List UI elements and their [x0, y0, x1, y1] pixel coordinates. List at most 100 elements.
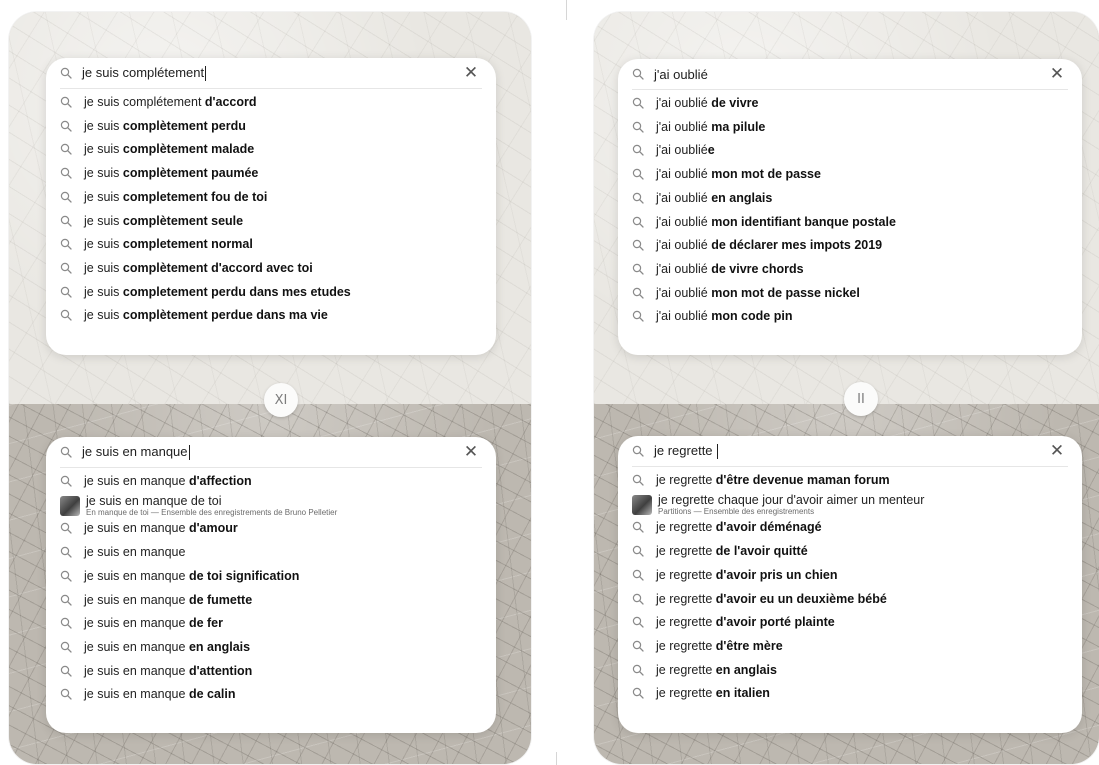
- suggestion-bold-part: de fer: [188, 616, 223, 631]
- suggestion-bold-part: completement normal: [122, 237, 253, 252]
- suggestion-plain-part: je regrette: [656, 544, 716, 559]
- suggestion-item[interactable]: j'ai oublié en anglais: [632, 191, 772, 205]
- suggestion-text: je regrette d'avoir porté plainte: [656, 615, 835, 629]
- suggestion-item[interactable]: je regrette d'avoir eu un deuxième bébé: [632, 592, 887, 606]
- suggestion-item[interactable]: j'ai oublié de déclarer mes impots 2019: [632, 238, 882, 252]
- suggestion-item[interactable]: je regrette d'être mère: [632, 639, 783, 653]
- search-input[interactable]: je regrette: [654, 443, 719, 460]
- close-icon[interactable]: ✕: [460, 441, 482, 463]
- suggestion-bold-part: d'amour: [188, 521, 238, 536]
- suggestion-item[interactable]: j'ai oublié mon mot de passe nickel: [632, 286, 860, 300]
- suggestion-item[interactable]: j'ai oublié mon identifiant banque posta…: [632, 215, 896, 229]
- close-icon[interactable]: ✕: [1046, 63, 1068, 85]
- suggestion-item[interactable]: je suis completement normal: [60, 237, 253, 251]
- suggestion-item[interactable]: je regrette d'avoir porté plainte: [632, 615, 835, 629]
- search-input[interactable]: je suis en manque: [82, 443, 190, 461]
- text-caret: [188, 445, 190, 461]
- suggestion-item[interactable]: je suis completement fou de toi: [60, 190, 267, 204]
- suggestion-text: je suis completement perdu dans mes etud…: [84, 285, 351, 299]
- search-icon: [632, 445, 644, 457]
- search-input[interactable]: j'ai oublié: [654, 67, 708, 82]
- search-icon: [632, 168, 644, 180]
- suggestion-item[interactable]: je regrette chaque jour d'avoir aimer un…: [632, 493, 924, 517]
- suggestion-item[interactable]: je suis en manque en anglais: [60, 640, 250, 654]
- suggestion-plain-part: je suis: [84, 166, 123, 181]
- suggestion-item[interactable]: je suis en manque de calin: [60, 687, 235, 701]
- search-bar[interactable]: je suis complétement ✕: [60, 58, 482, 89]
- suggestion-text: je suis complétement d'accord: [84, 95, 257, 109]
- suggestion-plain-part: j'ai oublié: [656, 261, 712, 276]
- search-bar[interactable]: j'ai oublié ✕: [632, 59, 1068, 90]
- suggestion-item[interactable]: je regrette d'avoir pris un chien: [632, 568, 838, 582]
- suggestion-item[interactable]: je suis complètement perdue dans ma vie: [60, 308, 328, 322]
- suggestion-item[interactable]: j'ai oublié ma pilule: [632, 120, 765, 134]
- suggestion-item[interactable]: je suis complétement d'accord: [60, 95, 257, 109]
- suggestion-bold-part: complètement d'accord avec toi: [122, 260, 313, 275]
- text-caret: [717, 444, 719, 460]
- text-caret: [205, 66, 207, 82]
- search-suggestion-box: je suis en manque ✕ je suis en manque d'af…: [46, 437, 496, 733]
- suggestion-item[interactable]: je suis complètement paumée: [60, 166, 258, 180]
- search-icon: [60, 546, 72, 558]
- rich-suggestion: je regrette chaque jour d'avoir aimer un…: [632, 493, 924, 517]
- suggestion-text: j'ai oubliée: [656, 143, 715, 157]
- suggestion-plain-part: je suis: [84, 213, 123, 228]
- suggestion-text: j'ai oublié mon mot de passe nickel: [656, 286, 860, 300]
- album-thumbnail: [632, 494, 652, 515]
- suggestion-bold-part: complètement seule: [122, 213, 244, 228]
- page-divider-top: [566, 0, 567, 20]
- suggestion-item[interactable]: j'ai oublié mon code pin: [632, 309, 792, 323]
- suggestion-item[interactable]: je suis complètement perdu: [60, 119, 246, 133]
- suggestion-plain-part: je suis: [84, 284, 123, 299]
- suggestion-item[interactable]: je suis en manque d'attention: [60, 664, 252, 678]
- suggestion-item[interactable]: je suis complètement malade: [60, 142, 254, 156]
- search-icon: [632, 192, 644, 204]
- suggestion-item[interactable]: j'ai oublié de vivre: [632, 96, 758, 110]
- close-icon[interactable]: ✕: [1046, 440, 1068, 462]
- suggestion-bold-part: mon identifiant banque postale: [711, 214, 896, 229]
- search-icon: [632, 593, 644, 605]
- suggestion-item[interactable]: je suis en manque: [60, 545, 185, 559]
- suggestion-subtitle: Partitions — Ensemble des enregistrement…: [658, 506, 815, 516]
- search-query-text: je suis en manque: [82, 443, 188, 459]
- search-icon: [632, 263, 644, 275]
- suggestion-item[interactable]: j'ai oublié de vivre chords: [632, 262, 804, 276]
- suggestion-item[interactable]: je suis en manque de fer: [60, 616, 223, 630]
- suggestion-item[interactable]: je regrette d'avoir déménagé: [632, 520, 822, 534]
- suggestion-bold-part: completement perdu dans mes etudes: [122, 284, 351, 299]
- suggestion-text: j'ai oublié mon mot de passe: [656, 167, 821, 181]
- search-icon: [60, 191, 72, 203]
- roman-numeral-badge: II: [844, 382, 878, 416]
- suggestion-item[interactable]: je suis en manque d'amour: [60, 521, 238, 535]
- search-bar[interactable]: je suis en manque ✕: [60, 437, 482, 468]
- suggestion-item[interactable]: je suis complètement d'accord avec toi: [60, 261, 313, 275]
- suggestion-bold-part: d'attention: [188, 663, 253, 678]
- search-bar[interactable]: je regrette ✕: [632, 436, 1068, 467]
- suggestion-item[interactable]: je suis en manque d'affection: [60, 474, 252, 488]
- suggestion-item[interactable]: je regrette d'être devenue maman forum: [632, 473, 890, 487]
- search-icon: [632, 664, 644, 676]
- suggestion-item[interactable]: je suis en manque de toi En manque de toi…: [60, 494, 337, 518]
- suggestion-item[interactable]: j'ai oubliée: [632, 143, 715, 157]
- suggestion-text: je suis complètement d'accord avec toi: [84, 261, 313, 275]
- search-icon: [60, 594, 72, 606]
- suggestion-bold-part: complètement perdu: [122, 118, 246, 133]
- suggestion-plain-part: je suis en manque: [84, 568, 189, 583]
- rich-suggestion-text: je suis en manque de toi En manque de toi…: [86, 494, 337, 518]
- suggestion-item[interactable]: je suis complètement seule: [60, 214, 243, 228]
- search-icon: [60, 523, 72, 535]
- suggestion-item[interactable]: je regrette en anglais: [632, 663, 777, 677]
- suggestion-item[interactable]: je suis en manque de toi signification: [60, 569, 299, 583]
- suggestion-plain-part: j'ai oublié: [656, 96, 712, 110]
- suggestion-item[interactable]: j'ai oublié mon mot de passe: [632, 167, 821, 181]
- suggestion-item[interactable]: je regrette en italien: [632, 686, 770, 700]
- suggestion-item[interactable]: je regrette de l'avoir quitté: [632, 544, 808, 558]
- close-icon[interactable]: ✕: [460, 62, 482, 84]
- suggestion-item[interactable]: je suis en manque de fumette: [60, 593, 252, 607]
- suggestion-bold-part: de vivre chords: [711, 261, 804, 276]
- panel-card: II j'ai oublié ✕ j'ai oublié de vivre j'ai o…: [594, 12, 1099, 764]
- search-input[interactable]: je suis complétement: [82, 65, 207, 82]
- suggestion-item[interactable]: je suis completement perdu dans mes etud…: [60, 285, 351, 299]
- search-icon: [632, 522, 644, 534]
- search-icon: [60, 570, 72, 582]
